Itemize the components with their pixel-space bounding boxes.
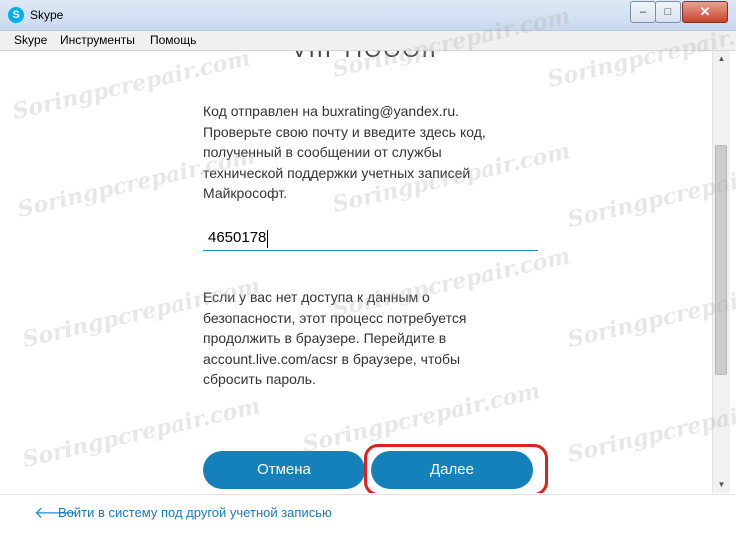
message-line: технической поддержки учетных записей [203, 164, 471, 181]
maximize-button[interactable]: □ [655, 1, 681, 23]
text-caret [267, 230, 268, 248]
message-line: Код отправлен на buxrating@yandex.ru. [203, 103, 460, 119]
message-line: Майкрософт. [203, 185, 288, 201]
security-info-message: Если у вас нет доступа к данным о безопа… [203, 287, 523, 390]
footer: 🡐 Войти в систему под другой учетной зап… [0, 494, 736, 531]
info-line: сбросить пароль. [203, 371, 316, 387]
window-title: Skype [30, 8, 64, 22]
title-bar: S Skype – □ ✕ [0, 0, 736, 31]
info-line: продолжить в браузере. Перейдите в [203, 330, 447, 346]
highlight-annotation [364, 444, 548, 493]
info-line: безопасности, этот процесс потребуется [203, 309, 467, 326]
vertical-scrollbar[interactable]: ▲ ▼ [712, 51, 730, 493]
scroll-down-arrow-icon[interactable]: ▼ [713, 477, 730, 493]
sign-in-another-account-link[interactable]: Войти в систему под другой учетной запис… [58, 505, 332, 520]
menu-bar: Skype Инструменты Помощь [0, 31, 736, 51]
cancel-button[interactable]: Отмена [203, 451, 365, 489]
scroll-thumb[interactable] [715, 145, 727, 375]
content-area: VIII TIOOOII Код отправлен на buxrating@… [0, 51, 712, 493]
close-button[interactable]: ✕ [682, 1, 728, 23]
menu-item-skype[interactable]: Skype [14, 33, 47, 47]
menu-item-help[interactable]: Помощь [150, 33, 196, 47]
message-line: полученный в сообщении от службы [203, 144, 442, 160]
code-sent-message: Код отправлен на buxrating@yandex.ru. Пр… [203, 101, 523, 204]
menu-item-tools[interactable]: Инструменты [60, 33, 135, 47]
minimize-button[interactable]: – [630, 1, 656, 23]
message-line: Проверьте свою почту и введите здесь код… [203, 123, 486, 140]
code-input[interactable] [203, 224, 538, 251]
scroll-up-arrow-icon[interactable]: ▲ [713, 51, 730, 67]
page-header-partial: VIII TIOOOII [292, 51, 438, 63]
info-line: Если у вас нет доступа к данным о [203, 289, 430, 305]
skype-logo-icon: S [8, 7, 24, 23]
info-line: account.live.com/acsr в браузере, чтобы [203, 350, 461, 367]
